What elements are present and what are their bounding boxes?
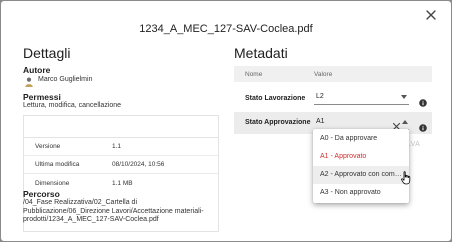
row-label: Stato Lavorazione	[245, 95, 306, 102]
permissions-value: Lettura, modifica, cancellazione	[23, 102, 122, 109]
column-header-name: Nome	[245, 71, 263, 78]
table-row: Versione 1.1	[24, 138, 218, 156]
info-icon[interactable]	[419, 94, 427, 107]
dropdown-option[interactable]: A2 - Approvato con commenti	[313, 166, 409, 184]
info-key: Ultima modifica	[35, 161, 80, 168]
select-value: L2	[316, 93, 324, 100]
metadata-table-header: Nome Valore	[234, 66, 432, 82]
chevron-up-icon	[402, 120, 408, 124]
row-label: Stato Approvazione	[245, 119, 311, 126]
file-info-header	[24, 116, 218, 138]
info-key: Versione	[35, 143, 61, 150]
approval-options-dropdown: A0 - Da approvare A1 - Approvato A2 - Ap…	[313, 129, 409, 203]
path-value: /04_Fase Realizzativa/02_Cartella di Pub…	[23, 199, 204, 223]
dropdown-option[interactable]: A3 - Non approvato	[313, 184, 409, 202]
select-value: A1	[316, 118, 325, 125]
metadata-heading: Metadati	[234, 45, 288, 61]
hand-cursor-icon	[401, 171, 411, 185]
file-details-dialog: 1234_A_MEC_127-SAV-Coclea.pdf Dettagli A…	[1, 1, 451, 241]
details-section: Dettagli Autore Marco Guglielmin Permess…	[23, 45, 223, 232]
dialog-title: 1234_A_MEC_127-SAV-Coclea.pdf	[139, 23, 313, 35]
stato-lavorazione-select[interactable]: L2	[314, 90, 409, 105]
info-value: 08/10/2024, 10:56	[112, 161, 165, 168]
dropdown-option-selected[interactable]: A1 - Approvato	[313, 148, 409, 166]
info-key: Dimensione	[35, 179, 70, 187]
path-label: Percorso	[23, 189, 60, 199]
user-avatar-icon	[25, 74, 33, 87]
author-row: Marco Guglielmin	[23, 74, 93, 87]
clear-icon[interactable]	[392, 118, 401, 131]
close-icon[interactable]	[424, 8, 438, 22]
info-value: 1.1 MB	[112, 179, 133, 187]
table-row: Ultima modifica 08/10/2024, 10:56	[24, 156, 218, 174]
info-value: 1.1	[112, 143, 122, 150]
details-heading: Dettagli	[23, 45, 71, 61]
info-icon[interactable]	[419, 119, 427, 132]
author-name: Marco Guglielmin	[38, 75, 93, 83]
stato-approvazione-select[interactable]: A1	[314, 115, 409, 131]
dropdown-option[interactable]: A0 - Da approvare	[313, 130, 409, 148]
column-header-value: Valore	[314, 71, 333, 78]
chevron-down-icon	[401, 95, 407, 99]
table-row: Stato Lavorazione L2	[234, 82, 432, 112]
metadata-section: Metadati Nome Valore Stato Lavorazione L…	[234, 45, 434, 148]
